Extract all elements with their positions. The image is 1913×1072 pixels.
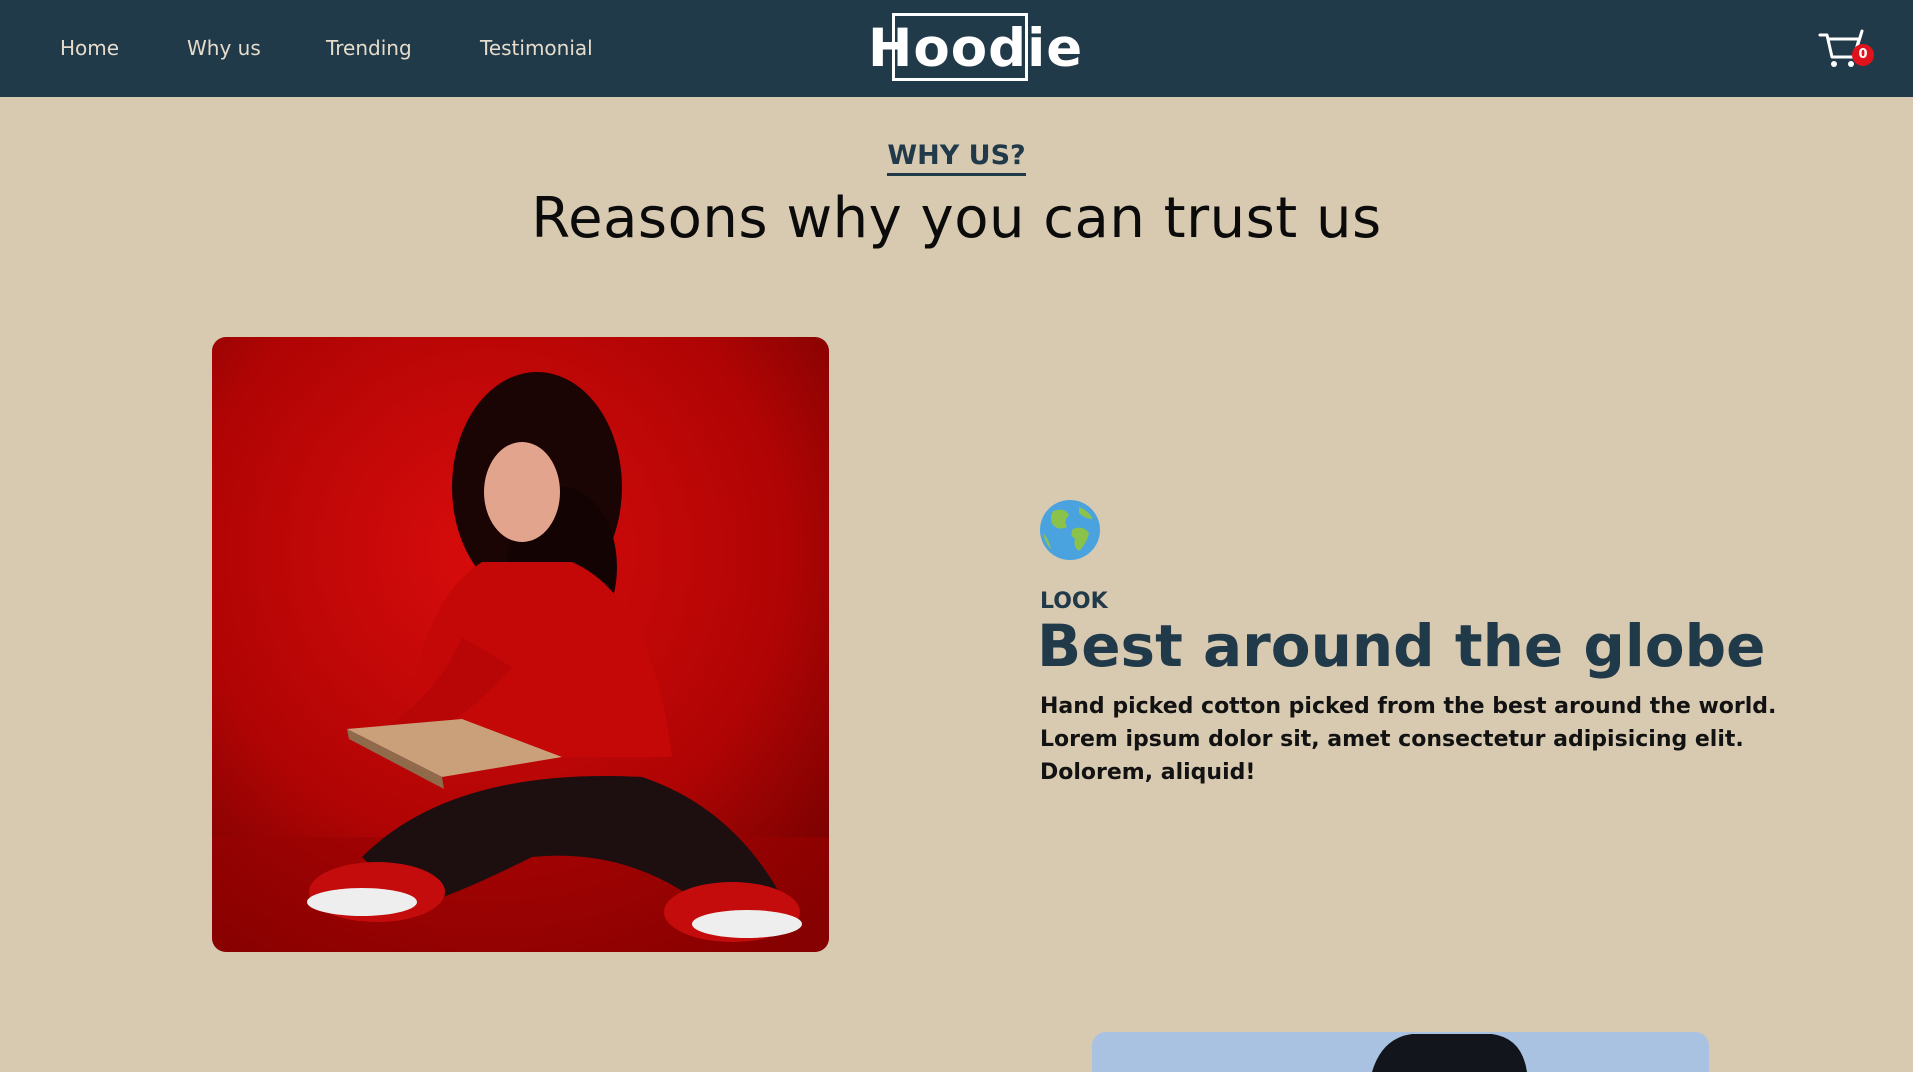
brand-name: Hoodie: [868, 18, 1084, 79]
nav-link-testimonial[interactable]: Testimonial: [480, 36, 593, 60]
next-feature-photo: [1092, 1032, 1709, 1072]
feature-photo: [212, 337, 829, 952]
section-eyebrow: WHY US?: [0, 140, 1913, 176]
feature-title: Best around the globe: [1037, 612, 1766, 680]
navbar: Home Why us Trending Testimonial Hoodie …: [0, 0, 1913, 97]
feature-eyebrow: LOOK: [1040, 589, 1108, 614]
nav-link-trending[interactable]: Trending: [326, 36, 412, 60]
section-title: Reasons why you can trust us: [531, 186, 1382, 251]
globe-icon: [1040, 500, 1100, 560]
brand-logo[interactable]: Hoodie: [868, 11, 1083, 87]
cart-count-badge: 0: [1852, 44, 1874, 66]
section-eyebrow-label: WHY US?: [887, 140, 1026, 176]
nav-link-why-us[interactable]: Why us: [187, 36, 261, 60]
feature-description: Hand picked cotton picked from the best …: [1040, 694, 1777, 785]
nav-link-home[interactable]: Home: [60, 36, 119, 60]
